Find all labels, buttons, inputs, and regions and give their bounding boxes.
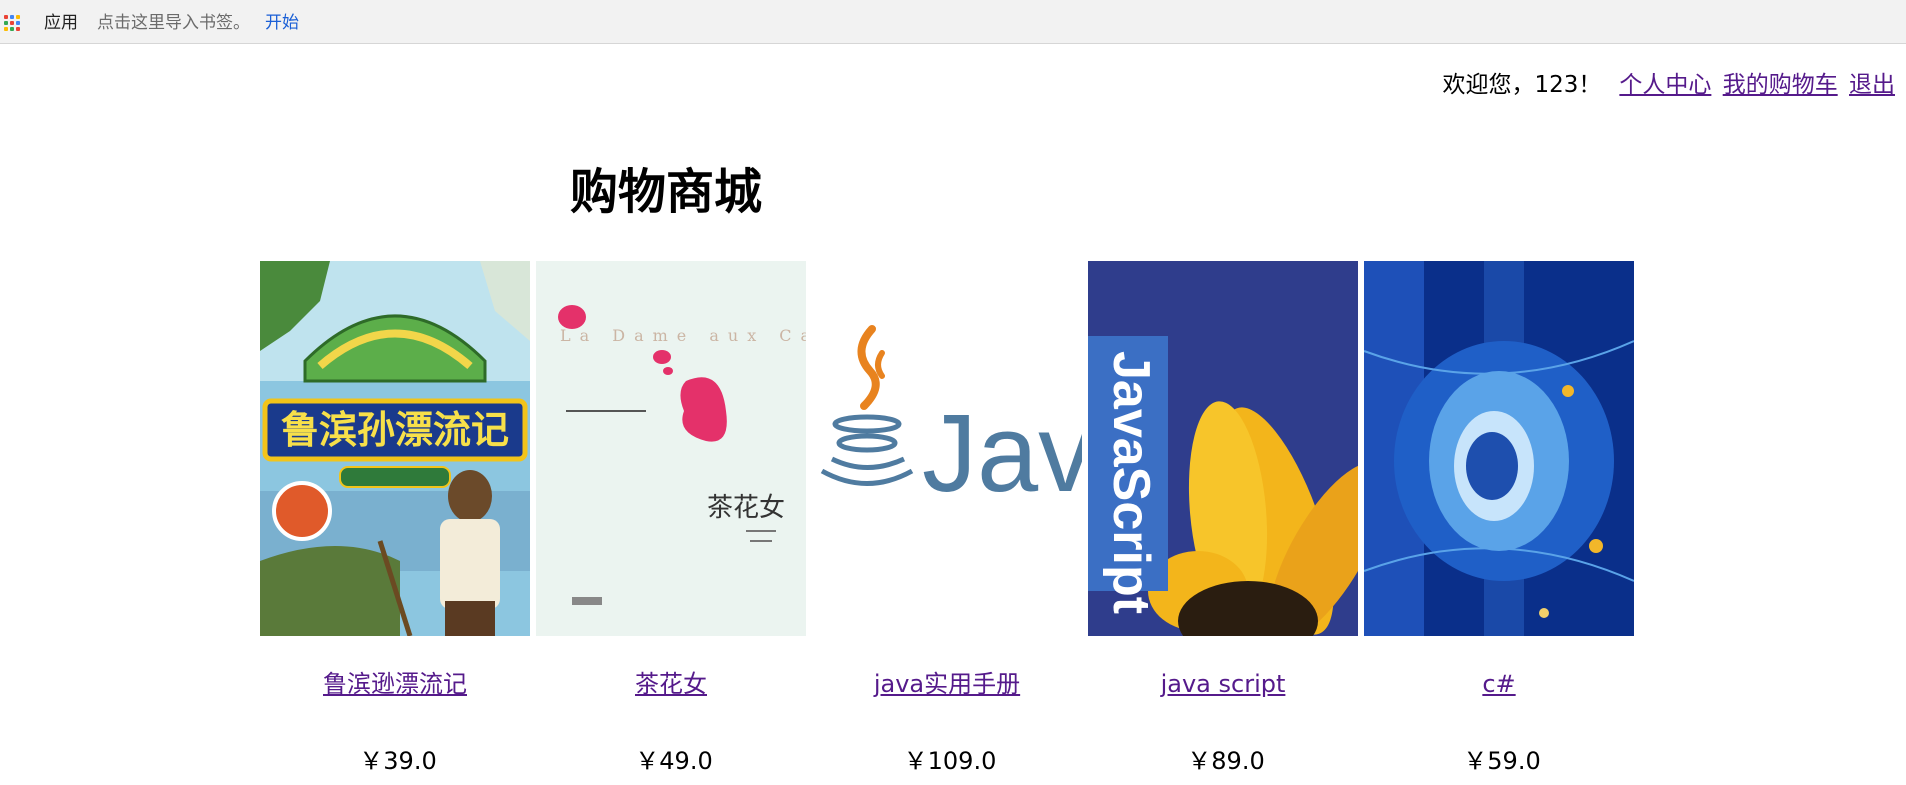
product-name-link[interactable]: 鲁滨逊漂流记 — [260, 669, 530, 699]
la-dame-aux-camelias-book-cover[interactable]: La Dame aux Camélias 茶花女 — [536, 261, 806, 636]
page-title: 购物商城 — [570, 164, 763, 220]
apps-bookmark[interactable]: 应用 — [44, 12, 78, 34]
javascript-book-cover[interactable]: JavaScript — [1088, 261, 1358, 636]
product-card: 鲁滨孙漂流记 鲁滨逊漂流记 ￥39.0 — [260, 261, 530, 775]
cover-subtitle-text: La Dame aux Camélias — [560, 326, 806, 345]
logout-link[interactable]: 退出 — [1849, 72, 1895, 98]
csharp-book-cover[interactable] — [1364, 261, 1634, 636]
robinson-crusoe-book-cover[interactable]: 鲁滨孙漂流记 — [260, 261, 530, 636]
import-bookmarks-hint: 点击这里导入书签。 — [97, 13, 250, 33]
product-card: JavaScript java script ￥89.0 — [1088, 261, 1358, 775]
product-price: ￥49.0 — [635, 747, 713, 775]
product-price: ￥59.0 — [1463, 747, 1541, 775]
cover-title-text: 茶花女 — [707, 493, 785, 523]
product-price: ￥109.0 — [903, 747, 997, 775]
java-logo[interactable]: Java — [812, 261, 1082, 636]
product-name-link[interactable]: java实用手册 — [812, 669, 1082, 699]
cover-title-text: 鲁滨孙漂流记 — [281, 408, 509, 452]
cover-title-text: JavaScript — [1102, 351, 1160, 614]
welcome-text: 欢迎您，123！ — [1442, 72, 1602, 98]
product-card: Java java实用手册 ￥109.0 — [812, 261, 1082, 775]
product-price: ￥89.0 — [1187, 747, 1265, 775]
product-card: La Dame aux Camélias 茶花女 茶花女 ￥49.0 — [536, 261, 806, 775]
cover-title-text: Java — [922, 392, 1082, 515]
cart-link[interactable]: 我的购物车 — [1723, 72, 1838, 98]
start-link[interactable]: 开始 — [265, 12, 299, 34]
product-name-link[interactable]: 茶花女 — [536, 669, 806, 699]
product-card: c# ￥59.0 — [1364, 261, 1634, 775]
product-name-link[interactable]: java script — [1088, 669, 1358, 699]
product-price: ￥39.0 — [359, 747, 437, 775]
profile-link[interactable]: 个人中心 — [1619, 72, 1711, 98]
user-bar: 欢迎您，123！ 个人中心 我的购物车 退出 — [1442, 70, 1895, 100]
apps-grid-icon[interactable] — [4, 15, 21, 32]
product-name-link[interactable]: c# — [1364, 669, 1634, 699]
bookmarks-bar: 应用 点击这里导入书签。 开始 — [0, 0, 1906, 44]
